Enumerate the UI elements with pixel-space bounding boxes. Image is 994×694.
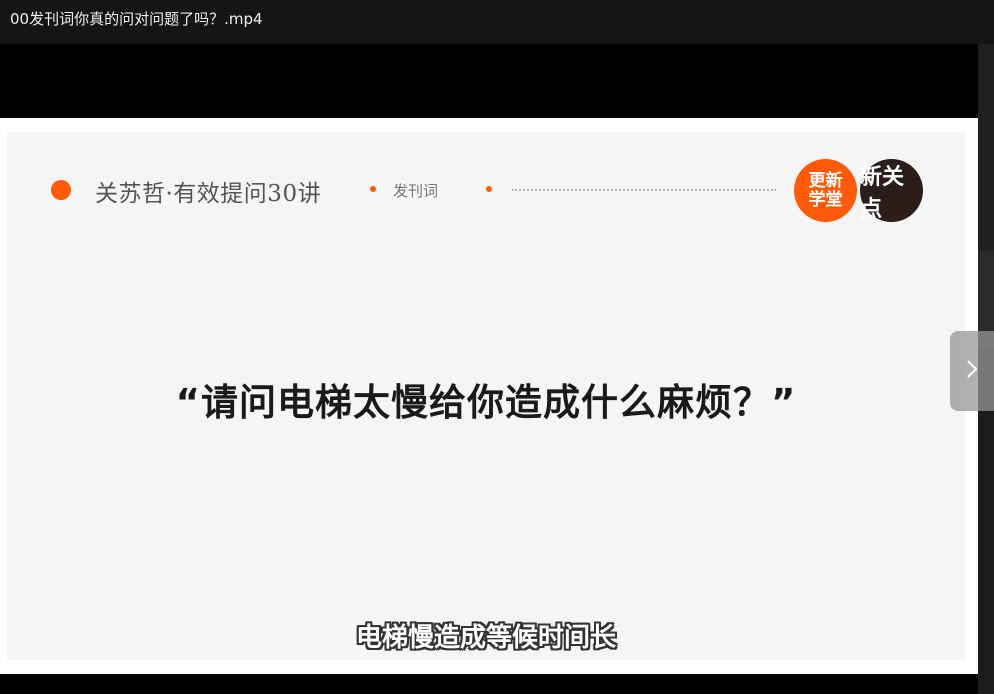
separator-dot <box>486 186 492 192</box>
separator-dot <box>370 186 376 192</box>
window-titlebar: 00发刊词你真的问对问题了吗？.mp4 <box>0 0 994 44</box>
video-letterbox-bottom <box>0 674 978 694</box>
series-title: 关苏哲·有效提问30讲 <box>95 181 322 207</box>
window-title: 00发刊词你真的问对问题了吗？.mp4 <box>10 10 263 28</box>
video-subtitle: 电梯慢造成等候时间长 <box>355 623 616 653</box>
brand-logo-xinguandian: 新关点 <box>860 159 923 222</box>
video-letterbox-top <box>0 44 978 118</box>
header-bullet <box>51 180 71 200</box>
chevron-right-icon <box>966 359 978 383</box>
slide-quote: “请问电梯太慢给你造成什么麻烦？” <box>175 381 797 424</box>
logo-text-line1: 更新 <box>808 170 843 191</box>
next-button[interactable] <box>950 331 994 411</box>
brand-logo-gengxin: 更新 学堂 <box>794 159 857 222</box>
logo-text: 新关点 <box>860 164 905 222</box>
logo-text-line2: 学堂 <box>808 189 843 210</box>
slide-content: 关苏哲·有效提问30讲 发刊词 更新 学堂 新关点 “请问电梯太慢给你造成什么麻… <box>7 132 965 660</box>
dotted-divider <box>512 189 776 191</box>
video-frame[interactable]: 关苏哲·有效提问30讲 发刊词 更新 学堂 新关点 “请问电梯太慢给你造成什么麻… <box>0 118 978 674</box>
side-panel-segment <box>978 44 994 249</box>
section-label: 发刊词 <box>393 182 439 200</box>
